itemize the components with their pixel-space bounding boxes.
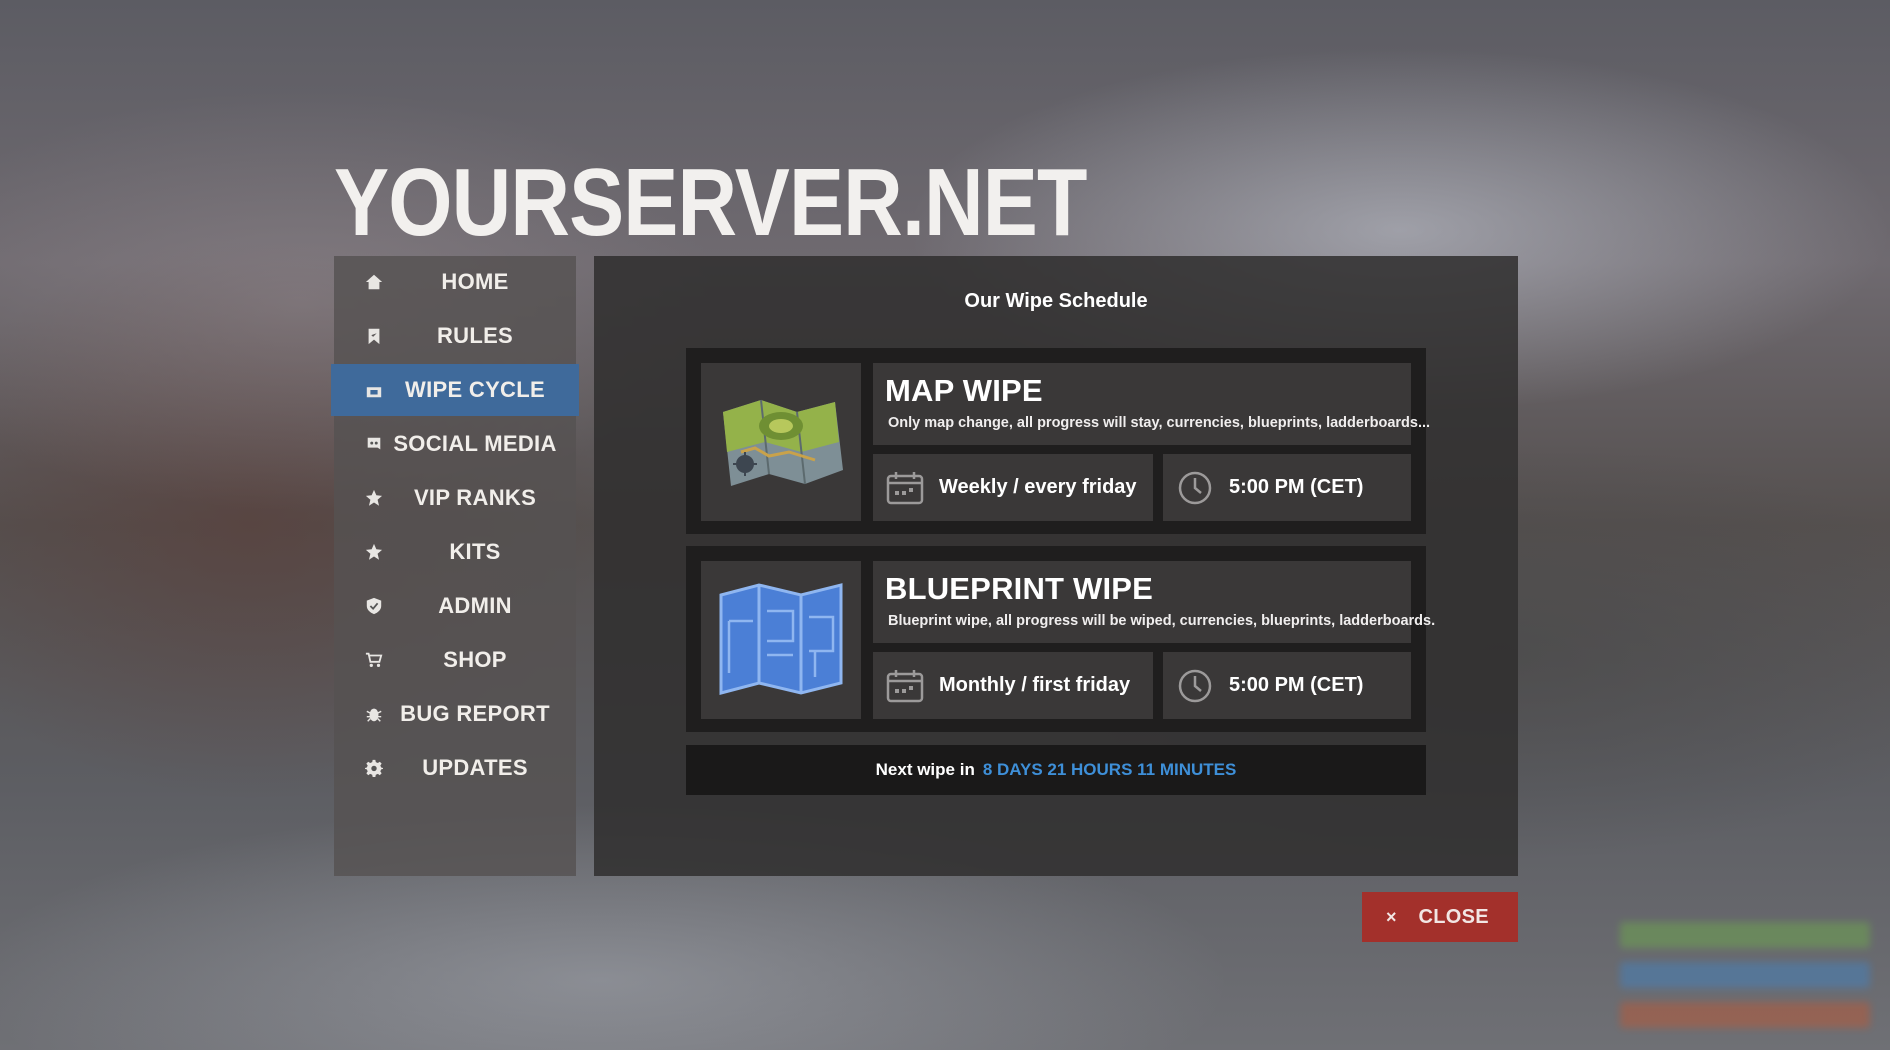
sidebar-item-home[interactable]: HOME [334, 256, 576, 308]
sidebar-item-updates[interactable]: UPDATES [334, 742, 576, 794]
sidebar-item-kits[interactable]: KITS [334, 526, 576, 578]
clock-icon [1175, 468, 1215, 508]
page-title: Our Wipe Schedule [964, 290, 1148, 312]
map-wipe-title: MAP WIPE [885, 373, 1043, 408]
blueprint-wipe-card: BLUEPRINT WIPE Blueprint wipe, all progr… [686, 546, 1435, 732]
sidebar-item-label: HOME [441, 269, 509, 294]
sidebar-item-admin[interactable]: ADMIN [334, 580, 576, 632]
map-wipe-description: Only map change, all progress will stay,… [888, 415, 1431, 431]
background-bar [1620, 1002, 1870, 1028]
blueprint-wipe-schedule-text: Monthly / first friday [939, 674, 1131, 696]
blueprint-wipe-title: BLUEPRINT WIPE [885, 571, 1154, 606]
sidebar-item-label: RULES [436, 323, 514, 348]
blueprint-icon [701, 561, 861, 719]
close-button-label: CLOSE [1418, 905, 1489, 928]
map-wipe-time: 5:00 PM (CET) [1163, 454, 1411, 521]
map-wipe-schedule: Weekly / every friday [873, 454, 1153, 521]
clock-icon [1175, 666, 1215, 706]
sidebar-nav: HOME RULES WIPE CYCLE SOCIAL MEDIA VIP R… [331, 256, 579, 876]
background-bar [1620, 922, 1870, 948]
map-wipe-time-text: 5:00 PM (CET) [1229, 476, 1364, 498]
background-status-bars [1620, 922, 1870, 1042]
sidebar-item-rules[interactable]: RULES [334, 310, 576, 362]
next-wipe-value: 8 DAYS 21 HOURS 11 MINUTES [982, 760, 1237, 779]
sidebar-item-label: WIPE CYCLE [405, 377, 545, 402]
blueprint-wipe-time-text: 5:00 PM (CET) [1229, 674, 1364, 696]
close-button[interactable]: × CLOSE [1362, 892, 1518, 942]
blueprint-wipe-schedule: Monthly / first friday [873, 652, 1153, 719]
sidebar-item-bug-report[interactable]: BUG REPORT [334, 688, 576, 740]
sidebar-item-label: SHOP [443, 647, 507, 672]
calendar-icon [885, 666, 925, 706]
next-wipe-label: Next wipe in [875, 760, 975, 779]
blueprint-wipe-description: Blueprint wipe, all progress will be wip… [888, 613, 1436, 629]
sidebar-item-social-media[interactable]: SOCIAL MEDIA [334, 418, 576, 470]
server-title: YOURSERVER.NET [334, 149, 1087, 256]
sidebar-item-label: BUG REPORT [400, 701, 550, 726]
wipe-schedule-panel: Our Wipe Schedule MAP WIPE Only map chan… [594, 256, 1518, 876]
map-icon [701, 363, 861, 521]
next-wipe-countdown: Next wipe in 8 DAYS 21 HOURS 11 MINUTES [686, 745, 1426, 795]
sidebar-item-label: SOCIAL MEDIA [393, 431, 557, 456]
blueprint-wipe-time: 5:00 PM (CET) [1163, 652, 1411, 719]
sidebar-item-wipe-cycle[interactable]: WIPE CYCLE [331, 364, 579, 416]
close-icon: × [1386, 906, 1397, 927]
background-bar [1620, 962, 1870, 988]
sidebar-item-vip-ranks[interactable]: VIP RANKS [334, 472, 576, 524]
blueprint-wipe-header: BLUEPRINT WIPE Blueprint wipe, all progr… [873, 561, 1435, 643]
calendar-icon [885, 468, 925, 508]
sidebar-item-label: VIP RANKS [413, 485, 537, 510]
sidebar-item-label: ADMIN [438, 593, 512, 618]
map-wipe-card: MAP WIPE Only map change, all progress w… [686, 348, 1430, 534]
map-wipe-schedule-text: Weekly / every friday [939, 476, 1137, 498]
map-wipe-header: MAP WIPE Only map change, all progress w… [873, 363, 1430, 445]
sidebar-item-label: UPDATES [422, 755, 528, 780]
sidebar-item-shop[interactable]: SHOP [334, 634, 576, 686]
sidebar-item-label: KITS [449, 539, 501, 564]
